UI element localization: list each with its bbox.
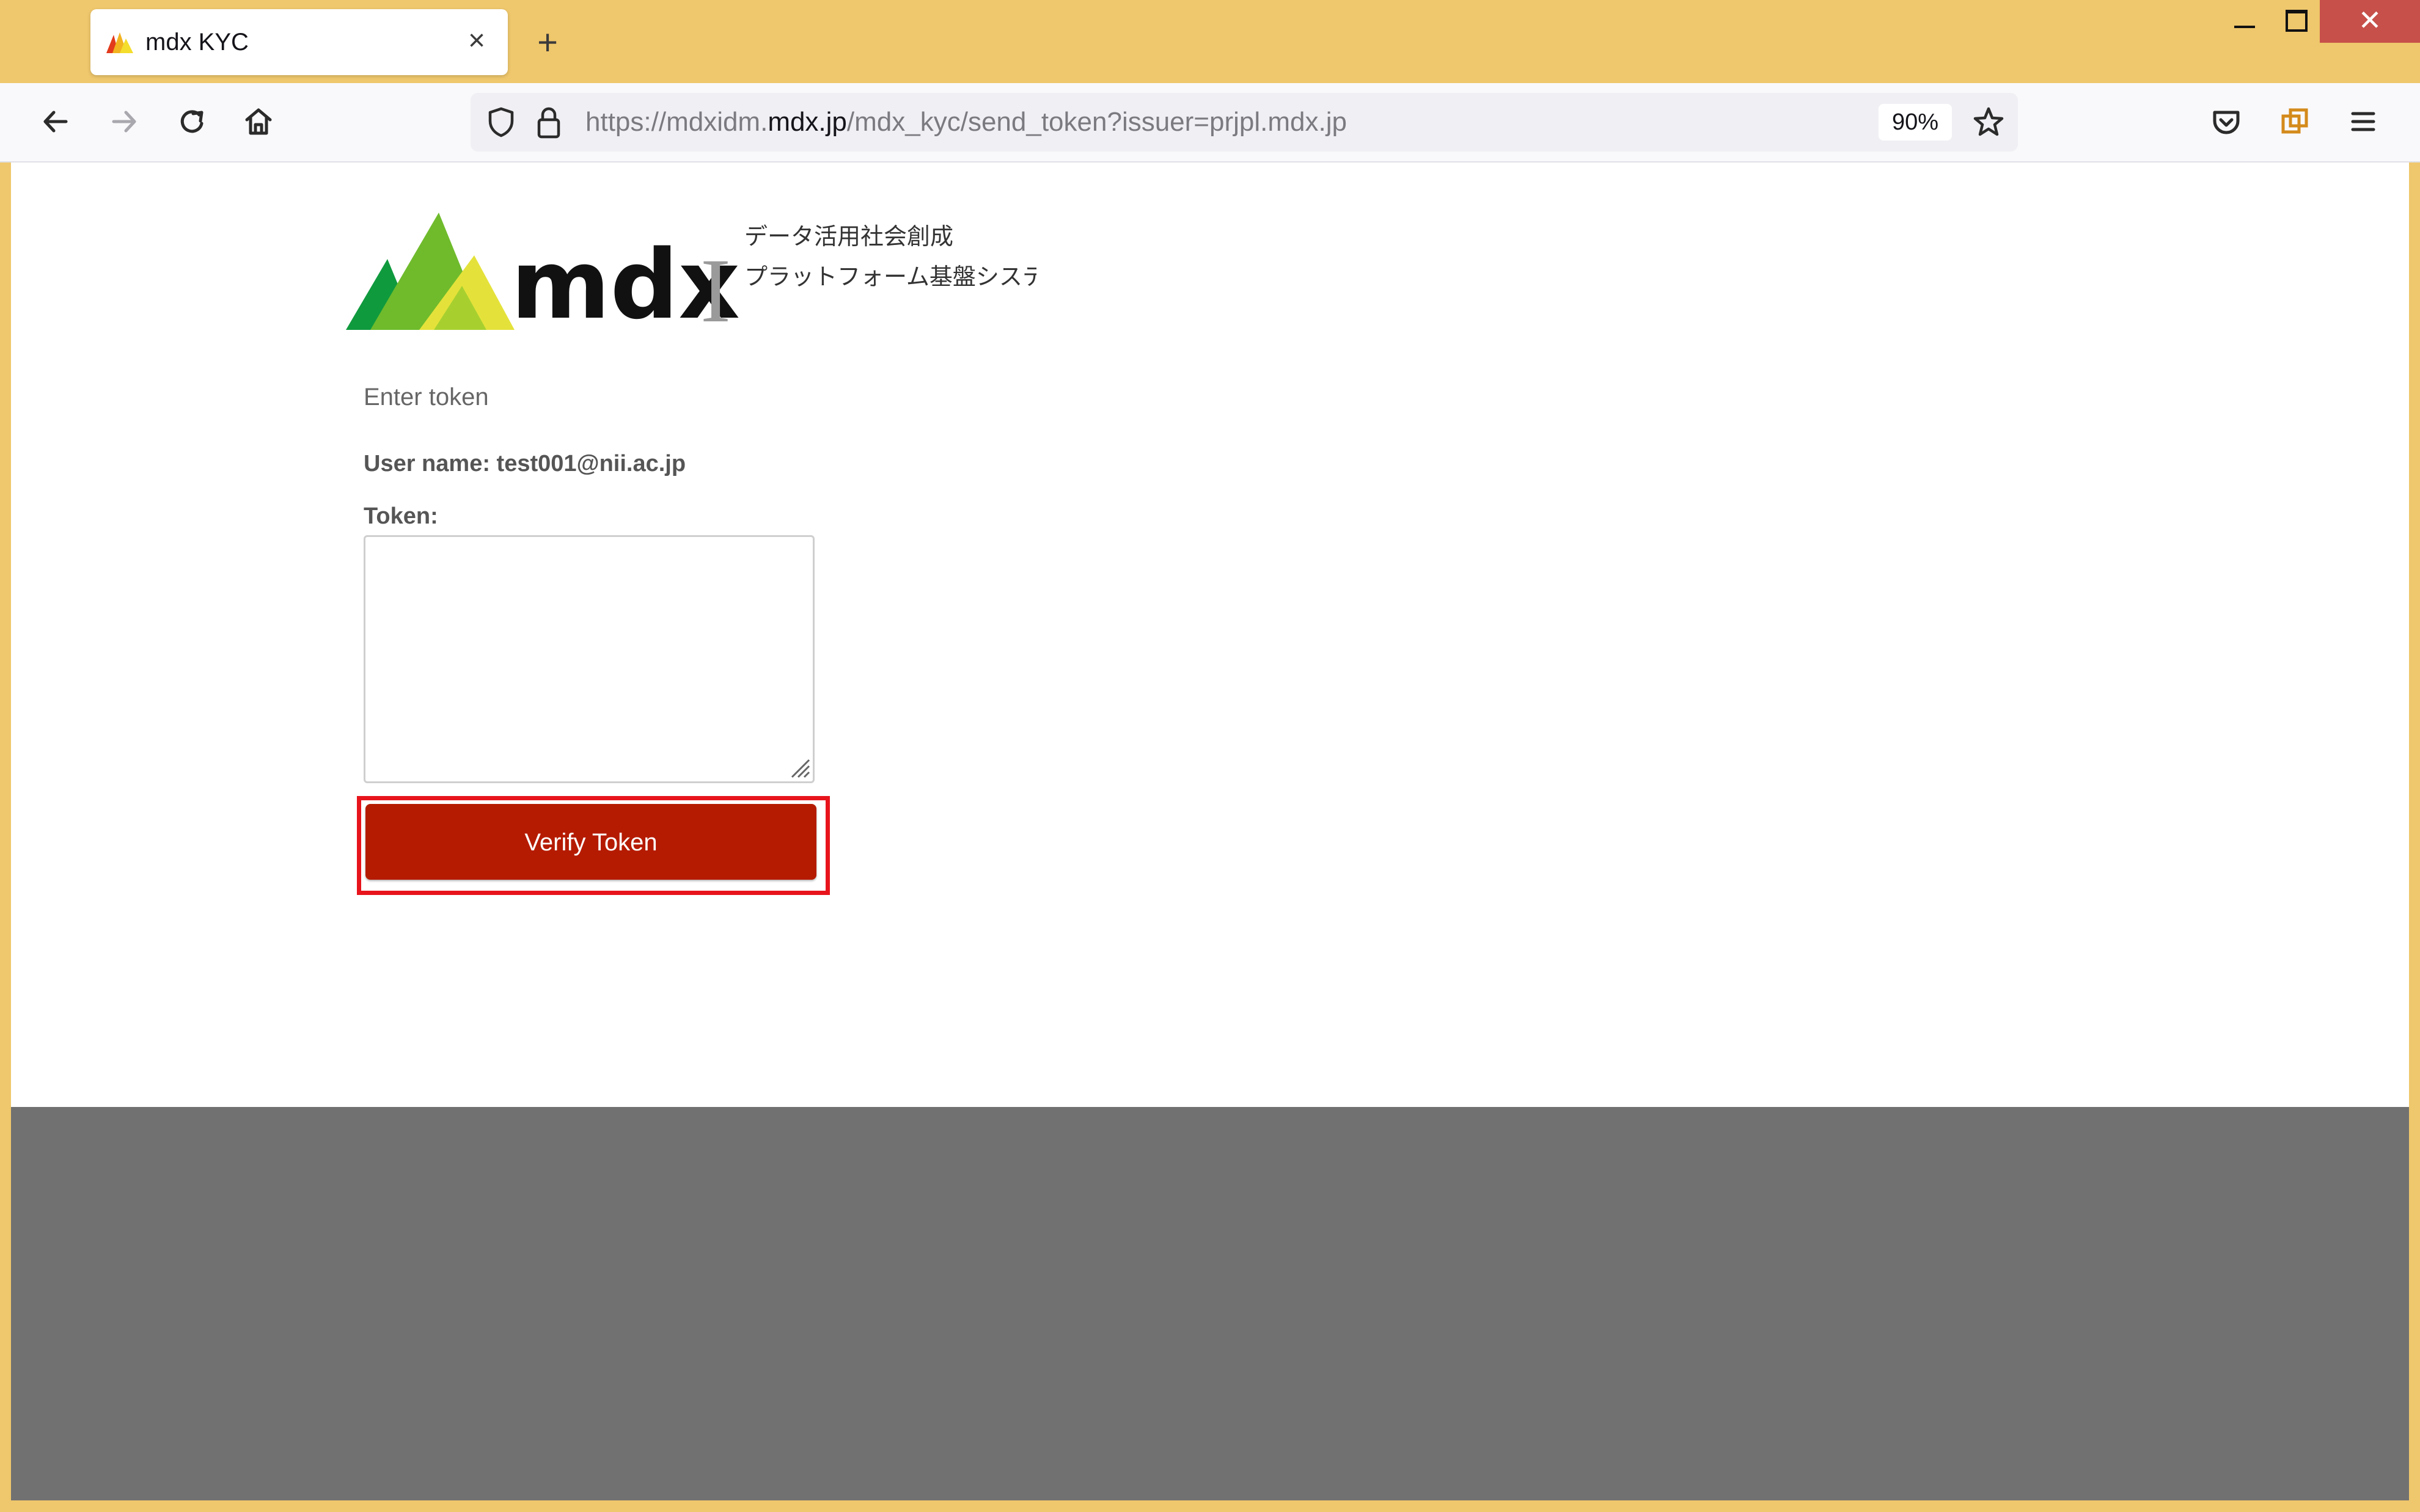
- url-path: /mdx_kyc/send_token?issuer=prjpl.mdx.jp: [846, 107, 1347, 137]
- pocket-icon[interactable]: [2206, 101, 2246, 142]
- verify-token-button[interactable]: Verify Token: [365, 804, 816, 880]
- zoom-level-badge[interactable]: 90%: [1879, 104, 1952, 141]
- mdx-favicon-icon: [106, 32, 133, 53]
- shield-icon[interactable]: [482, 103, 521, 142]
- new-tab-button[interactable]: +: [529, 24, 566, 61]
- home-icon[interactable]: [238, 101, 279, 142]
- url-prefix: https://mdxidm.: [585, 107, 768, 137]
- mdx-logo-mark: mdx I データ活用社会創成 プラットフォーム基盤システム: [346, 213, 1068, 341]
- lock-icon[interactable]: [529, 101, 568, 143]
- mdx-logo: mdx I データ活用社会創成 プラットフォーム基盤システム: [346, 213, 1068, 341]
- url-domain: mdx.jp: [768, 107, 847, 137]
- window-close-icon: ✕: [2358, 4, 2382, 36]
- url-text[interactable]: https://mdxidm.mdx.jp/mdx_kyc/send_token…: [585, 105, 1347, 139]
- page-footer: [11, 1107, 2409, 1500]
- menu-icon[interactable]: [2343, 101, 2383, 142]
- page-heading: Enter token: [364, 384, 489, 411]
- token-label: Token:: [364, 503, 438, 529]
- url-bar[interactable]: https://mdxidm.mdx.jp/mdx_kyc/send_token…: [471, 93, 2018, 152]
- tab-mdx-kyc[interactable]: mdx KYC ×: [90, 9, 508, 75]
- browser-window: mdx KYC × + ✕ https://mdxidm.mdx.jp/mdx_…: [0, 0, 2420, 1512]
- navigation-bar: https://mdxidm.mdx.jp/mdx_kyc/send_token…: [0, 83, 2420, 163]
- forward-arrow-icon[interactable]: [104, 101, 144, 142]
- minimize-button[interactable]: [2220, 0, 2270, 43]
- star-icon[interactable]: [1969, 103, 2008, 142]
- back-arrow-icon[interactable]: [35, 101, 76, 142]
- logo-tagline-line2: プラットフォーム基盤システム: [744, 263, 1036, 290]
- maximize-button[interactable]: [2270, 0, 2320, 43]
- tab-title: mdx KYC: [145, 29, 249, 56]
- textarea-resize-grip-icon[interactable]: [787, 755, 812, 780]
- token-input[interactable]: [364, 535, 815, 783]
- logo-tagline-line1: データ活用社会創成: [744, 223, 953, 250]
- user-name-label: User name: test001@nii.ac.jp: [364, 451, 686, 477]
- tab-close-icon[interactable]: ×: [458, 23, 495, 59]
- logo-numeral: I: [700, 240, 731, 341]
- page-content: mdx I データ活用社会創成 プラットフォーム基盤システム Enter tok…: [11, 163, 2409, 1107]
- reload-icon[interactable]: [172, 101, 213, 142]
- window-close-button[interactable]: ✕: [2320, 0, 2420, 43]
- extensions-icon[interactable]: [2275, 101, 2315, 142]
- maximize-icon: [2286, 10, 2308, 32]
- minimize-icon: [2234, 26, 2255, 28]
